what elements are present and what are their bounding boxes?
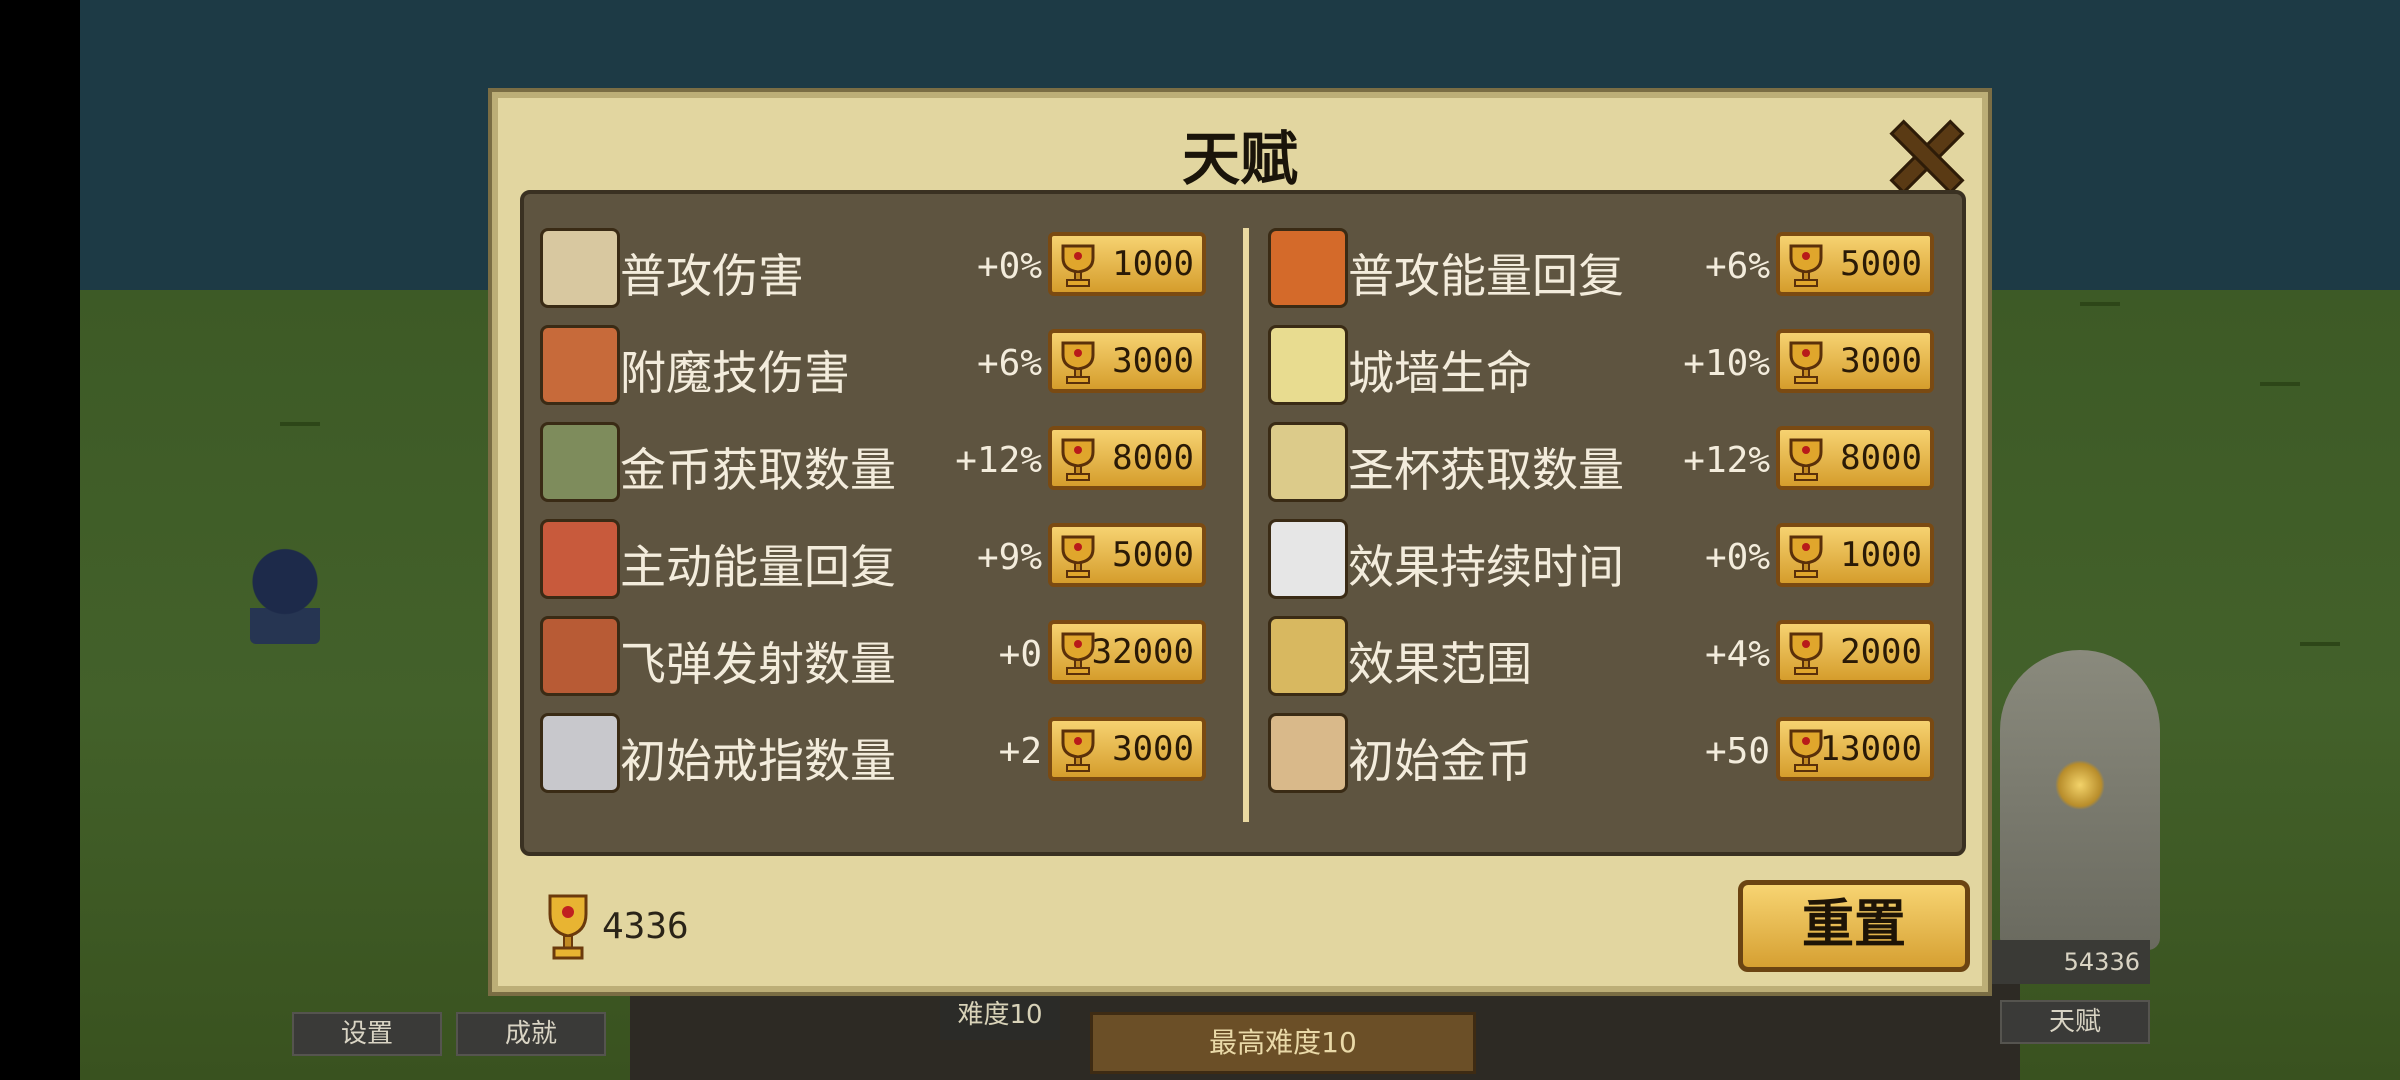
column-divider (1243, 228, 1249, 822)
talent-name: 飞弹发射数量 (620, 637, 896, 691)
talent-row: 初始金币 +50 13000 (1262, 701, 1942, 798)
upgrade-cost: 5000 (1840, 244, 1922, 284)
hooded-hero-sprite (250, 548, 320, 644)
upgrade-cost-button[interactable]: 8000 (1776, 426, 1934, 490)
talent-name: 普攻能量回复 (1348, 249, 1624, 303)
upgrade-cost: 13000 (1819, 729, 1922, 769)
talent-value: +6% (1704, 246, 1770, 287)
trophy-cup-icon (548, 894, 588, 960)
upgrade-cost: 8000 (1112, 438, 1194, 478)
upgrade-cost: 8000 (1840, 438, 1922, 478)
talent-button[interactable]: 天赋 (2000, 1000, 2150, 1044)
talent-row: 初始戒指数量 +2 3000 (534, 701, 1214, 798)
yellow-scroll-icon (1268, 325, 1348, 405)
talent-value: +0% (976, 246, 1042, 287)
grass-tuft (2260, 360, 2300, 386)
talent-value: +0 (998, 634, 1042, 675)
talent-list-panel: 普攻伤害 +0% 1000 附魔技伤害 +6% 3000 金币获取数量 +12% 8000 主动能… (520, 190, 1966, 856)
talent-name: 普攻伤害 (620, 249, 804, 303)
difficulty-label: 难度10 (940, 990, 1060, 1040)
talent-name: 效果持续时间 (1348, 540, 1624, 594)
scroll-red-icon (540, 325, 620, 405)
talent-name: 附魔技伤害 (620, 346, 850, 400)
talent-value: +4% (1704, 634, 1770, 675)
curled-scroll-icon (540, 616, 620, 696)
talent-row: 效果范围 +4% 2000 (1262, 604, 1942, 701)
upgrade-cost-button[interactable]: 2000 (1776, 620, 1934, 684)
talent-name: 圣杯获取数量 (1348, 443, 1624, 497)
upgrade-cost: 3000 (1112, 341, 1194, 381)
talent-value: +2 (998, 731, 1042, 772)
upgrade-cost-button[interactable]: 5000 (1776, 232, 1934, 296)
orange-book-icon (1268, 228, 1348, 308)
upgrade-cost-button[interactable]: 32000 (1048, 620, 1206, 684)
parchment-icon (1268, 422, 1348, 502)
talent-name: 效果范围 (1348, 637, 1532, 691)
talent-value: +50 (1704, 731, 1770, 772)
right-talent-column: 普攻能量回复 +6% 5000 城墙生命 +10% 3000 圣杯获取数量 +12% 8000 效… (1262, 216, 1942, 798)
upgrade-cost: 32000 (1091, 632, 1194, 672)
talent-row: 附魔技伤害 +6% 3000 (534, 313, 1214, 410)
upgrade-cost: 3000 (1840, 341, 1922, 381)
talent-row: 圣杯获取数量 +12% 8000 (1262, 410, 1942, 507)
upgrade-cost: 2000 (1840, 632, 1922, 672)
reset-button[interactable]: 重置 (1738, 880, 1970, 972)
statue-glow (2055, 760, 2105, 810)
grass-tuft (280, 400, 320, 426)
talent-row: 金币获取数量 +12% 8000 (534, 410, 1214, 507)
talent-name: 初始金币 (1348, 734, 1532, 788)
talent-name: 主动能量回复 (620, 540, 896, 594)
grass-tuft (2080, 280, 2120, 306)
talent-name: 初始戒指数量 (620, 734, 896, 788)
talent-row: 普攻能量回复 +6% 5000 (1262, 216, 1942, 313)
upgrade-cost: 1000 (1840, 535, 1922, 575)
upgrade-cost: 1000 (1112, 244, 1194, 284)
upgrade-cost: 3000 (1112, 729, 1194, 769)
achievements-button[interactable]: 成就 (456, 1012, 606, 1056)
grass-tuft (2300, 620, 2340, 646)
upgrade-cost-button[interactable]: 3000 (1048, 717, 1206, 781)
talent-row: 主动能量回复 +9% 5000 (534, 507, 1214, 604)
upgrade-cost-button[interactable]: 5000 (1048, 523, 1206, 587)
upgrade-cost-button[interactable]: 13000 (1776, 717, 1934, 781)
talent-row: 效果持续时间 +0% 1000 (1262, 507, 1942, 604)
scroll-icon (540, 228, 620, 308)
talent-value: +6% (976, 343, 1042, 384)
settings-button[interactable]: 设置 (292, 1012, 442, 1056)
upgrade-cost-button[interactable]: 3000 (1776, 329, 1934, 393)
talent-row: 城墙生命 +10% 3000 (1262, 313, 1942, 410)
dialog-title: 天赋 (1181, 125, 1298, 193)
talent-value: +0% (1704, 537, 1770, 578)
white-scroll-icon (1268, 519, 1348, 599)
talent-row: 普攻伤害 +0% 1000 (534, 216, 1214, 313)
upgrade-cost-button[interactable]: 8000 (1048, 426, 1206, 490)
talent-row: 飞弹发射数量 +0 32000 (534, 604, 1214, 701)
upgrade-cost-button[interactable]: 3000 (1048, 329, 1206, 393)
map-scroll-icon (540, 422, 620, 502)
left-talent-column: 普攻伤害 +0% 1000 附魔技伤害 +6% 3000 金币获取数量 +12% 8000 主动能… (534, 216, 1214, 798)
talent-value: +12% (1683, 440, 1770, 481)
talent-value: +12% (955, 440, 1042, 481)
max-difficulty-button[interactable]: 最高难度10 (1090, 1012, 1476, 1074)
upgrade-cost-button[interactable]: 1000 (1048, 232, 1206, 296)
swirl-scroll-icon (1268, 713, 1348, 793)
talent-value: +10% (1683, 343, 1770, 384)
talent-dialog: 天赋 普攻伤害 +0% 1000 附魔技伤害 +6% 3000 金币获取数量 +12% 8000… (492, 92, 1988, 992)
talent-value: +9% (976, 537, 1042, 578)
trophy-count: 4336 (602, 906, 689, 947)
talent-name: 金币获取数量 (620, 443, 896, 497)
trophy-badge: 54336 (1990, 940, 2150, 984)
purple-seal-scroll-icon (1268, 616, 1348, 696)
close-icon[interactable] (1884, 114, 1960, 190)
fish-scroll-icon (540, 519, 620, 599)
upgrade-cost: 5000 (1112, 535, 1194, 575)
upgrade-cost-button[interactable]: 1000 (1776, 523, 1934, 587)
talent-name: 城墙生命 (1348, 346, 1532, 400)
ring-scroll-icon (540, 713, 620, 793)
